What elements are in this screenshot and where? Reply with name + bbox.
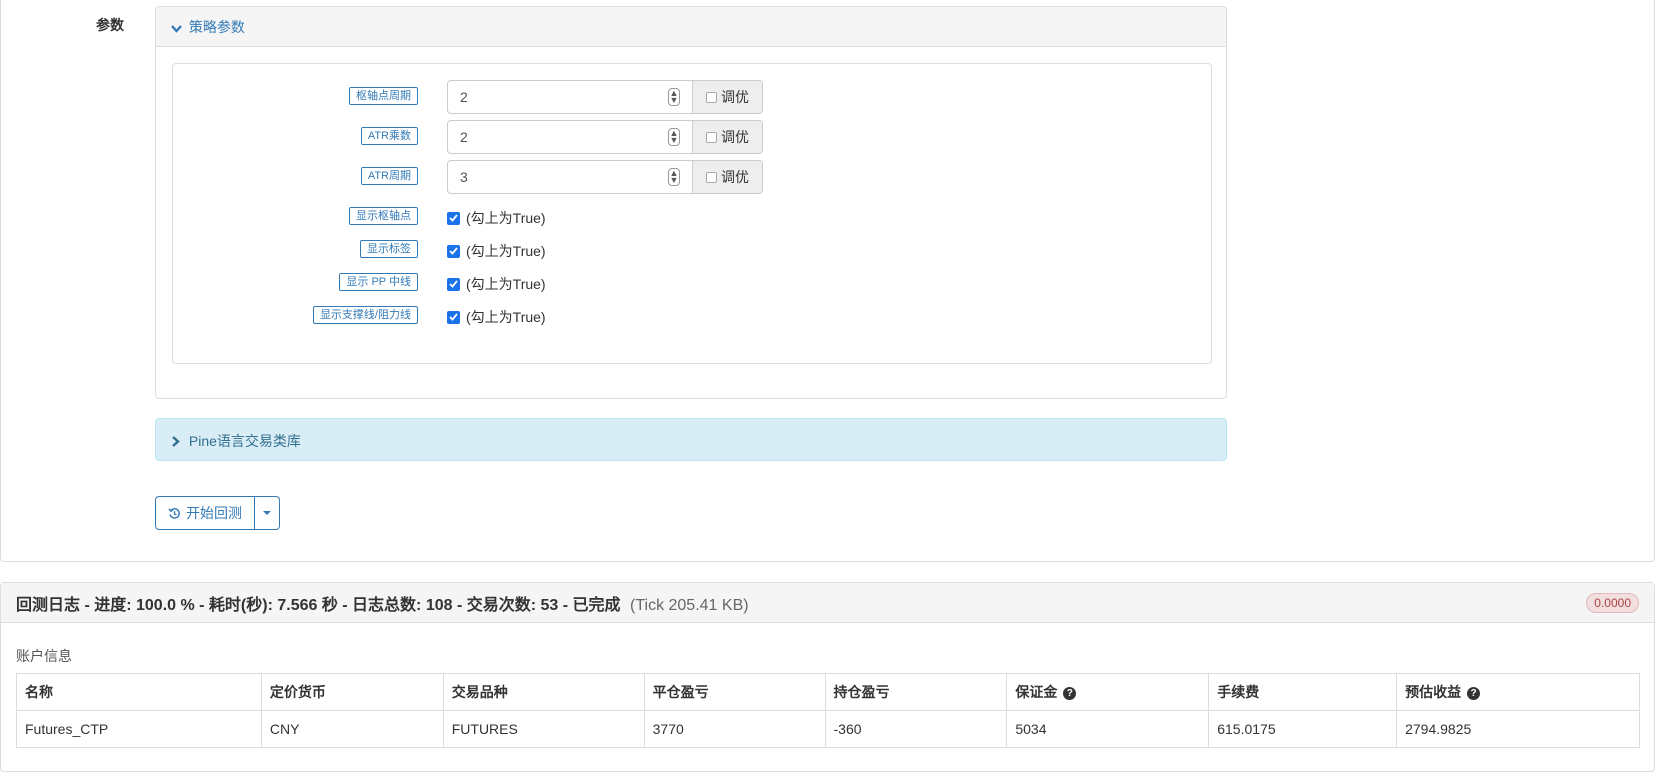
pivot-period-input[interactable]: 2 ▲ ▼: [447, 80, 693, 114]
table-cell: FUTURES: [442, 710, 645, 748]
params-label: 参数: [96, 17, 124, 33]
table-header-row: 名称 定价货币 交易品种 平仓盈亏 持仓盈亏 保证金? 手续费 预估收益?: [16, 673, 1640, 711]
param-tag: 枢轴点周期: [349, 87, 418, 105]
strategy-params-panel: 策略参数 枢轴点周期 2 ▲ ▼ 调优 ATR乘数 2 ▲ ▼ 调优 ATR周期…: [155, 6, 1227, 399]
strategy-params-title: 策略参数: [188, 19, 245, 35]
table-cell: -360: [824, 710, 1008, 748]
table-cell: 2794.9825: [1396, 710, 1640, 748]
chevron-right-icon: [171, 433, 185, 449]
optimize-checkbox[interactable]: [706, 91, 717, 103]
show-support-resistance-checkbox[interactable]: [447, 310, 460, 324]
params-section: 参数 策略参数 枢轴点周期 2 ▲ ▼ 调优 ATR乘数 2 ▲ ▼ 调优 AT…: [0, 0, 1655, 562]
spinner-icon[interactable]: ▲ ▼: [668, 168, 680, 186]
optimize-label: 调优: [721, 89, 749, 105]
table-cell: 615.0175: [1208, 710, 1398, 748]
backtest-log-header: 回测日志 - 进度: 100.0 % - 耗时(秒): 7.566 秒 - 日志…: [1, 583, 1654, 623]
param-row-pivot-period: 枢轴点周期 2 ▲ ▼ 调优: [173, 80, 1211, 114]
caret-down-icon: [263, 511, 271, 515]
start-backtest-dropdown[interactable]: [255, 496, 280, 530]
param-tag: ATR周期: [360, 167, 418, 185]
param-row-atr-multiplier: ATR乘数 2 ▲ ▼ 调优: [173, 120, 1211, 154]
start-backtest-label: 开始回测: [186, 505, 242, 521]
optimize-checkbox[interactable]: [706, 131, 717, 143]
col-estimated-return-label: 预估收益: [1405, 684, 1462, 700]
param-tag: 显示标签: [360, 240, 418, 258]
col-quote-currency: 定价货币: [260, 673, 444, 711]
atr-period-input[interactable]: 3 ▲ ▼: [447, 160, 693, 194]
optimize-toggle[interactable]: 调优: [693, 120, 763, 154]
optimize-toggle[interactable]: 调优: [693, 80, 763, 114]
history-icon: [168, 507, 181, 520]
atr-multiplier-input[interactable]: 2 ▲ ▼: [447, 120, 693, 154]
input-value: 2: [460, 129, 468, 145]
col-instrument: 交易品种: [442, 673, 645, 711]
param-row-show-pp-line: 显示 PP 中线 (勾上为True): [173, 273, 1211, 293]
chevron-down-icon: [171, 19, 185, 35]
col-position-pnl: 持仓盈亏: [824, 673, 1008, 711]
param-row-show-labels: 显示标签 (勾上为True): [173, 240, 1211, 260]
col-closed-pnl: 平仓盈亏: [643, 673, 826, 711]
account-table: 名称 定价货币 交易品种 平仓盈亏 持仓盈亏 保证金? 手续费 预估收益? Fu…: [16, 673, 1640, 748]
question-icon[interactable]: ?: [1467, 687, 1481, 700]
param-row-atr-period: ATR周期 3 ▲ ▼ 调优: [173, 160, 1211, 194]
param-tag: ATR乘数: [360, 127, 418, 145]
col-fee: 手续费: [1208, 673, 1398, 711]
param-row-show-support-resistance: 显示支撑线/阻力线 (勾上为True): [173, 306, 1211, 326]
col-margin: 保证金?: [1006, 673, 1210, 711]
table-cell: 5034: [1006, 710, 1210, 748]
col-name: 名称: [16, 673, 262, 711]
log-tick-size: (Tick 205.41 KB): [630, 596, 749, 614]
start-backtest-button[interactable]: 开始回测: [155, 496, 255, 530]
spinner-icon[interactable]: ▲ ▼: [668, 128, 680, 146]
checkbox-label: (勾上为True): [466, 309, 546, 325]
checkbox-label: (勾上为True): [466, 276, 546, 292]
table-cell: Futures_CTP: [16, 710, 262, 748]
profit-badge: 0.0000: [1586, 592, 1639, 613]
log-summary: 回测日志 - 进度: 100.0 % - 耗时(秒): 7.566 秒 - 日志…: [16, 591, 749, 615]
show-labels-checkbox[interactable]: [447, 244, 460, 258]
param-tag: 显示枢轴点: [349, 207, 418, 225]
optimize-label: 调优: [721, 169, 749, 185]
checkbox-label: (勾上为True): [466, 243, 546, 259]
col-estimated-return: 预估收益?: [1396, 673, 1640, 711]
account-info-label: 账户信息: [16, 648, 72, 664]
params-form: 枢轴点周期 2 ▲ ▼ 调优 ATR乘数 2 ▲ ▼ 调优 ATR周期 3 ▲ …: [172, 63, 1212, 364]
input-value: 3: [460, 169, 468, 185]
pine-library-title: Pine语言交易类库: [188, 433, 301, 449]
question-icon[interactable]: ?: [1063, 687, 1077, 700]
col-margin-label: 保证金: [1015, 684, 1058, 700]
input-value: 2: [460, 89, 468, 105]
table-cell: 3770: [643, 710, 826, 748]
pine-library-panel[interactable]: Pine语言交易类库: [155, 418, 1227, 461]
table-cell: CNY: [260, 710, 444, 748]
strategy-params-header[interactable]: 策略参数: [156, 7, 1226, 47]
optimize-label: 调优: [721, 129, 749, 145]
table-row: Futures_CTP CNY FUTURES 3770 -360 5034 6…: [16, 710, 1640, 748]
log-status-text: 回测日志 - 进度: 100.0 % - 耗时(秒): 7.566 秒 - 日志…: [16, 596, 621, 614]
optimize-toggle[interactable]: 调优: [693, 160, 763, 194]
param-tag: 显示 PP 中线: [339, 273, 418, 291]
param-tag: 显示支撑线/阻力线: [312, 306, 418, 324]
spinner-icon[interactable]: ▲ ▼: [668, 88, 680, 106]
checkbox-label: (勾上为True): [466, 210, 546, 226]
optimize-checkbox[interactable]: [706, 171, 717, 183]
start-backtest-group: 开始回测: [155, 496, 280, 530]
show-pivots-checkbox[interactable]: [447, 211, 460, 225]
param-row-show-pivots: 显示枢轴点 (勾上为True): [173, 207, 1211, 227]
show-pp-line-checkbox[interactable]: [447, 277, 460, 291]
backtest-log-panel: 回测日志 - 进度: 100.0 % - 耗时(秒): 7.566 秒 - 日志…: [0, 582, 1655, 772]
